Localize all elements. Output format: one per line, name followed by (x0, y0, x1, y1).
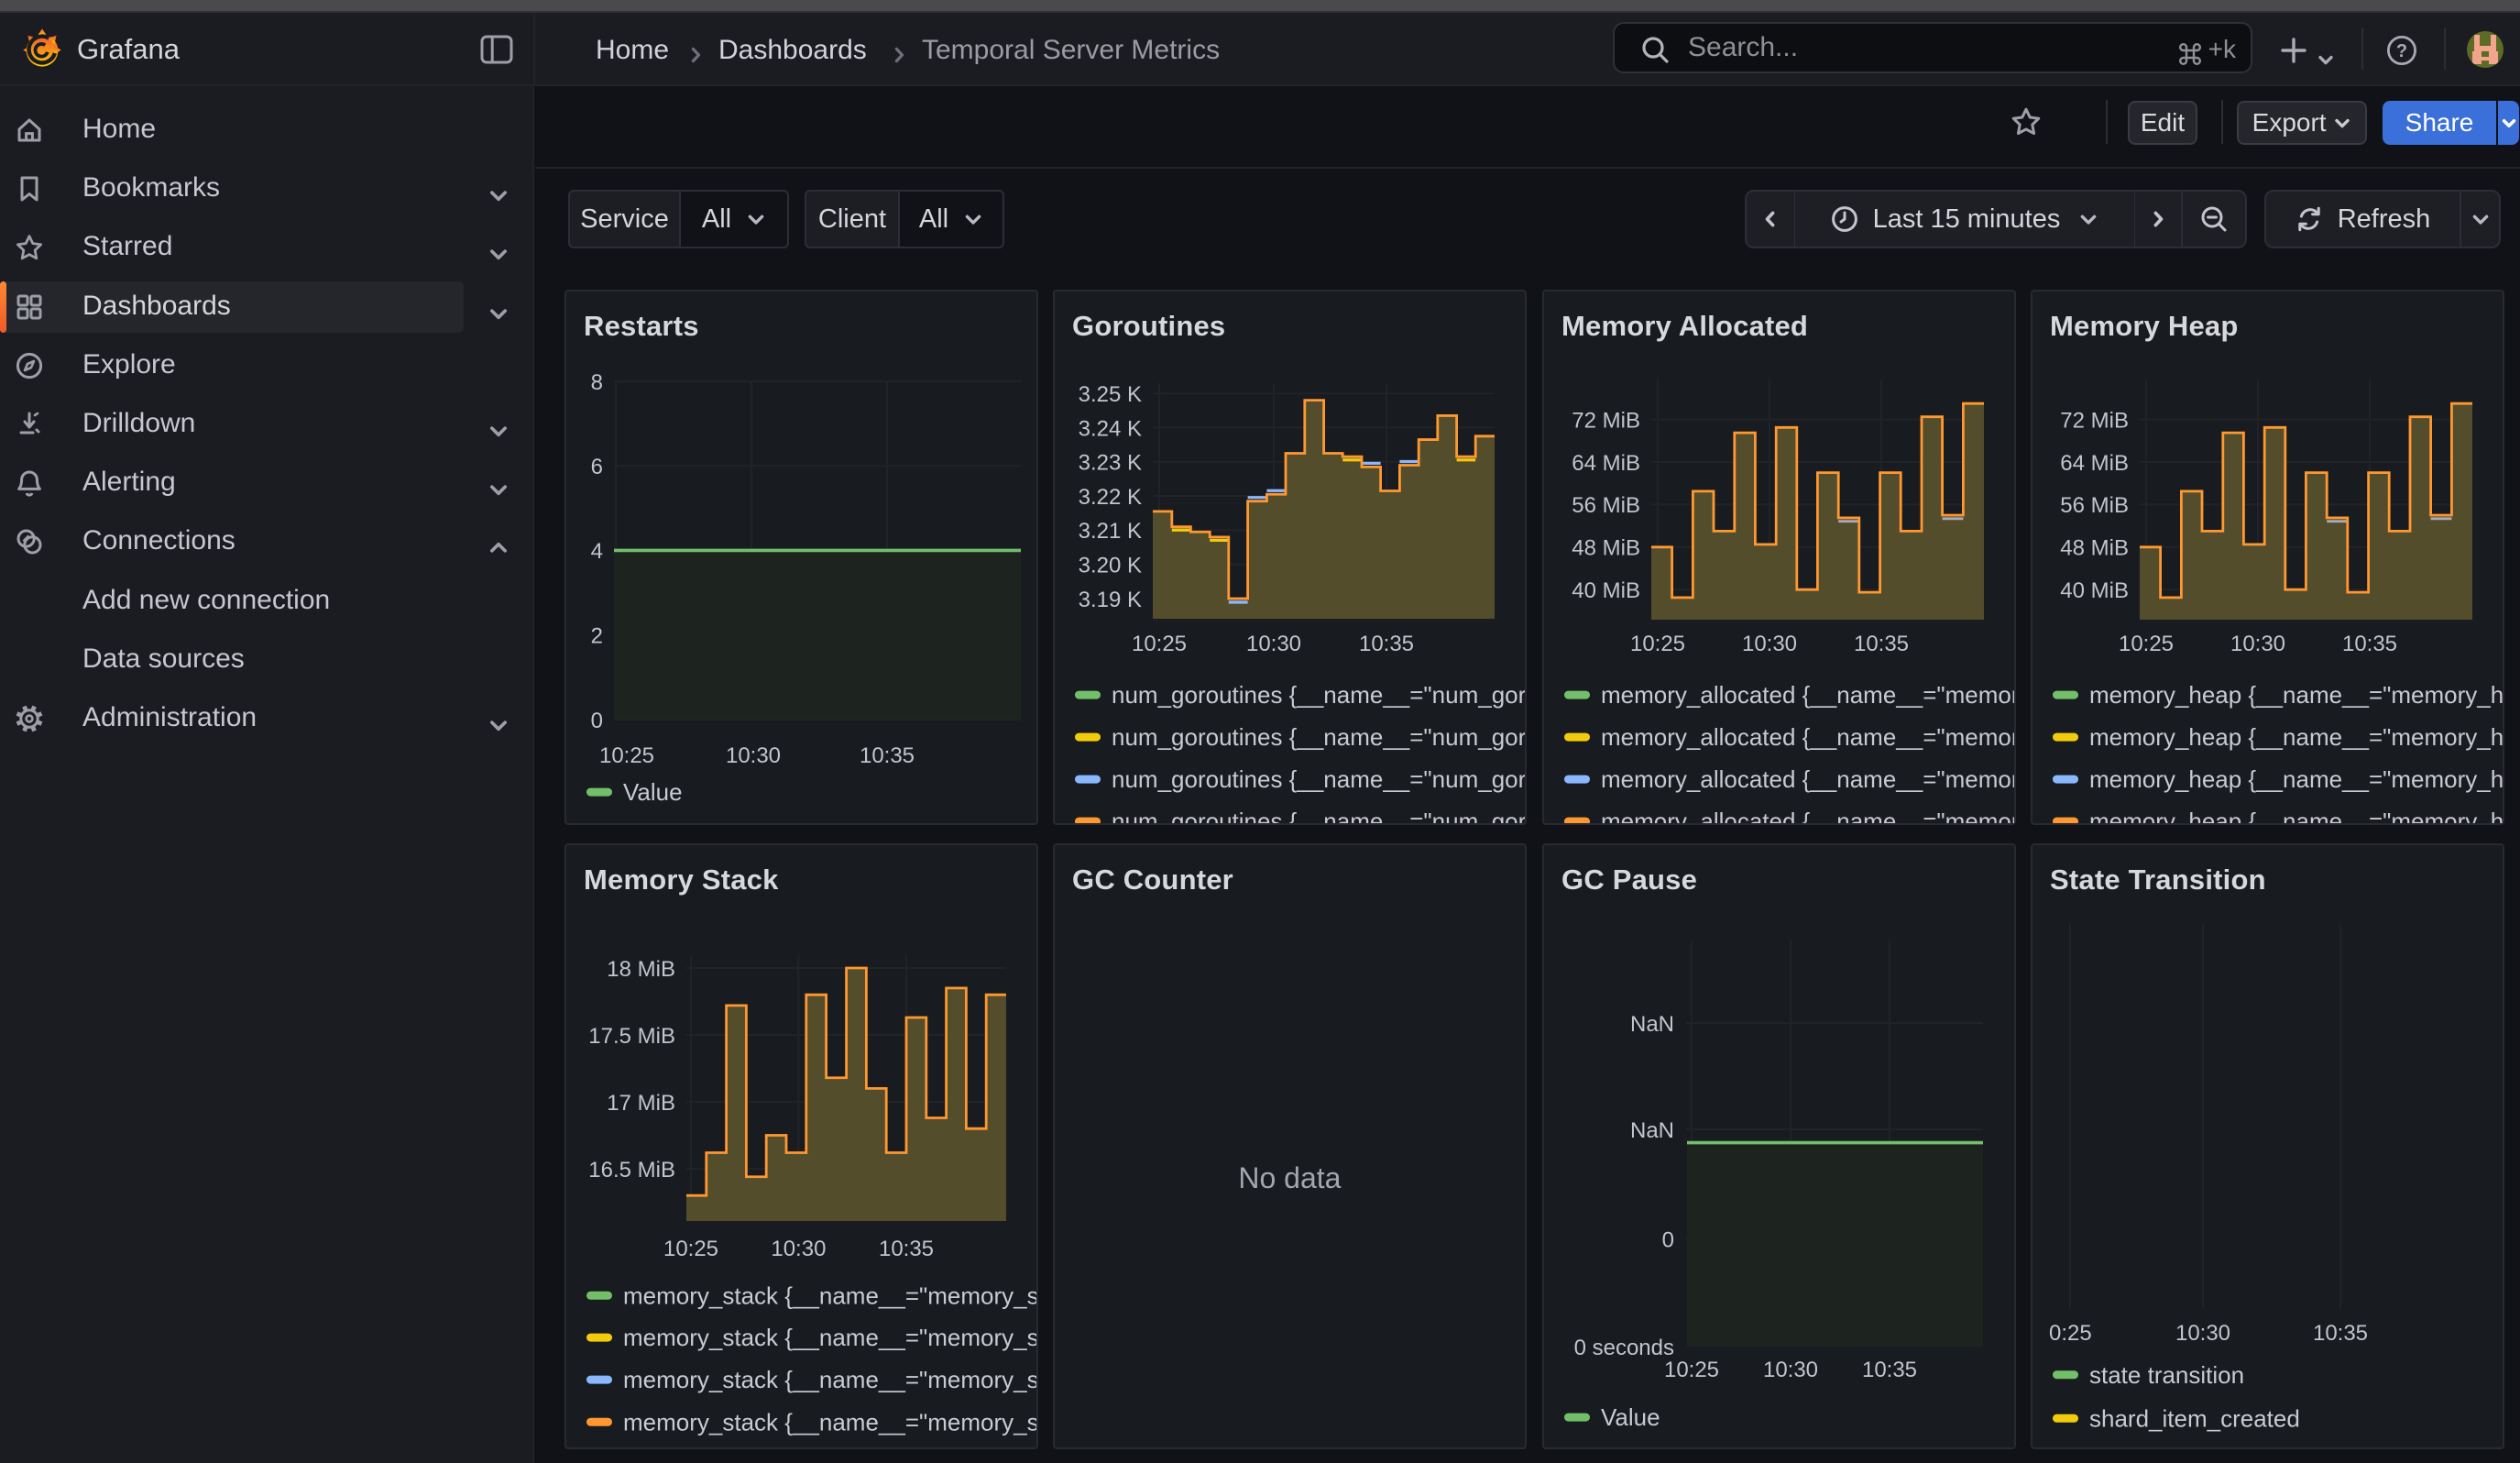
svg-text:10:30: 10:30 (2230, 632, 2285, 656)
svg-text:64 MiB: 64 MiB (2060, 451, 2129, 476)
svg-text:memory_allocated {__name__="me: memory_allocated {__name__="memory_alloc… (1601, 765, 2014, 793)
svg-text:memory_heap {__name__="memory_: memory_heap {__name__="memory_heap", ins… (2089, 808, 2503, 823)
svg-text:48 MiB: 48 MiB (1572, 536, 1640, 561)
svg-text:Value: Value (1601, 1403, 1660, 1431)
svg-text:memory_allocated {__name__="me: memory_allocated {__name__="memory_alloc… (1601, 681, 2014, 709)
svg-text:0: 0 (1662, 1227, 1674, 1252)
svg-text:3.20 K: 3.20 K (1079, 553, 1142, 578)
svg-text:3.22 K: 3.22 K (1079, 485, 1142, 510)
svg-text:10:35: 10:35 (879, 1237, 934, 1261)
svg-text:3.23 K: 3.23 K (1079, 451, 1142, 476)
svg-text:10:35: 10:35 (2342, 632, 2397, 656)
svg-text:56 MiB: 56 MiB (1572, 493, 1640, 518)
svg-text:memory_heap {__name__="memory_: memory_heap {__name__="memory_heap", ins… (2089, 765, 2503, 793)
svg-text:10:25: 10:25 (599, 743, 654, 768)
svg-text:memory_stack {__name__="memory: memory_stack {__name__="memory_stack", i… (623, 1324, 1036, 1351)
svg-text:8: 8 (591, 370, 603, 395)
svg-text:3.25 K: 3.25 K (1079, 382, 1142, 407)
svg-text:72 MiB: 72 MiB (1572, 408, 1640, 433)
svg-text:10:25: 10:25 (1132, 632, 1187, 656)
svg-text:NaN: NaN (1630, 1012, 1674, 1037)
svg-text:48 MiB: 48 MiB (2060, 536, 2129, 561)
svg-text:num_goroutines {__name__="num_: num_goroutines {__name__="num_goroutines… (1112, 808, 1525, 823)
svg-text:memory_heap {__name__="memory_: memory_heap {__name__="memory_heap", ins… (2089, 681, 2503, 709)
svg-text:40 MiB: 40 MiB (2060, 578, 2129, 603)
svg-text:Value: Value (623, 778, 683, 806)
svg-text:3.21 K: 3.21 K (1079, 519, 1142, 544)
svg-text:0: 0 (591, 709, 603, 733)
svg-text:10:30: 10:30 (726, 743, 781, 768)
svg-text:72 MiB: 72 MiB (2060, 408, 2129, 433)
svg-text:2: 2 (591, 624, 603, 649)
svg-text:10:35: 10:35 (2313, 1321, 2368, 1346)
svg-text:10:25: 10:25 (1664, 1358, 1719, 1382)
svg-text:17 MiB: 17 MiB (607, 1091, 675, 1116)
svg-text:3.19 K: 3.19 K (1079, 588, 1142, 612)
svg-text:4: 4 (591, 539, 603, 564)
svg-text:0 seconds: 0 seconds (1574, 1336, 1674, 1360)
svg-text:shard_item_created: shard_item_created (2089, 1404, 2300, 1432)
svg-text:10:30: 10:30 (1742, 632, 1797, 656)
svg-text:0:25: 0:25 (2049, 1321, 2092, 1346)
svg-text:10:25: 10:25 (663, 1237, 718, 1261)
svg-text:memory_stack {__name__="memory: memory_stack {__name__="memory_stack", i… (623, 1408, 1036, 1436)
svg-text:num_goroutines {__name__="num_: num_goroutines {__name__="num_goroutines… (1112, 681, 1525, 709)
svg-text:No data: No data (1238, 1161, 1341, 1194)
svg-text:3.24 K: 3.24 K (1079, 416, 1142, 441)
svg-text:10:25: 10:25 (2119, 632, 2174, 656)
svg-text:10:30: 10:30 (2175, 1321, 2230, 1346)
svg-text:10:25: 10:25 (1630, 632, 1685, 656)
svg-text:memory_stack {__name__="memory: memory_stack {__name__="memory_stack", i… (623, 1366, 1036, 1393)
svg-text:10:30: 10:30 (1763, 1358, 1818, 1382)
svg-text:memory_heap {__name__="memory_: memory_heap {__name__="memory_heap", ins… (2089, 723, 2503, 751)
svg-text:64 MiB: 64 MiB (1572, 451, 1640, 476)
svg-text:10:30: 10:30 (1246, 632, 1301, 656)
svg-text:18 MiB: 18 MiB (607, 957, 675, 982)
svg-text:num_goroutines {__name__="num_: num_goroutines {__name__="num_goroutines… (1112, 765, 1525, 793)
svg-text:NaN: NaN (1630, 1118, 1674, 1143)
svg-text:memory_stack {__name__="memory: memory_stack {__name__="memory_stack", i… (623, 1282, 1036, 1309)
svg-text:10:35: 10:35 (1862, 1358, 1917, 1382)
svg-text:memory_allocated {__name__="me: memory_allocated {__name__="memory_alloc… (1601, 723, 2014, 751)
svg-text:40 MiB: 40 MiB (1572, 578, 1640, 603)
svg-text:10:30: 10:30 (771, 1237, 826, 1261)
svg-text:6: 6 (591, 455, 603, 479)
svg-text:17.5 MiB: 17.5 MiB (588, 1024, 675, 1049)
svg-text:num_goroutines {__name__="num_: num_goroutines {__name__="num_goroutines… (1112, 723, 1525, 751)
svg-text:memory_allocated {__name__="me: memory_allocated {__name__="memory_alloc… (1601, 808, 2014, 823)
svg-text:16.5 MiB: 16.5 MiB (588, 1158, 675, 1182)
svg-text:state transition: state transition (2089, 1361, 2244, 1389)
svg-text:10:35: 10:35 (1854, 632, 1909, 656)
svg-text:10:35: 10:35 (1359, 632, 1414, 656)
svg-text:?: ? (2396, 41, 2407, 61)
svg-text:10:35: 10:35 (860, 743, 915, 768)
svg-text:56 MiB: 56 MiB (2060, 493, 2129, 518)
